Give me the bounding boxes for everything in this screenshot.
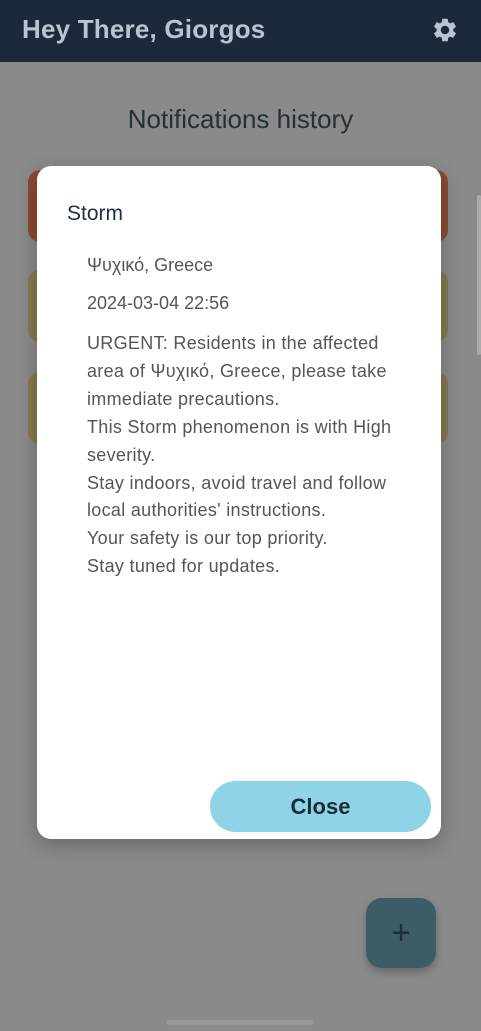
add-button[interactable]: +	[366, 898, 436, 968]
greeting-title: Hey There, Giorgos	[22, 14, 266, 44]
page-title: Notifications history	[127, 104, 354, 134]
gear-icon[interactable]	[431, 16, 459, 44]
close-button[interactable]: Close	[210, 781, 431, 832]
dialog-title: Storm	[67, 202, 124, 225]
scrollbar[interactable]	[477, 195, 481, 355]
notification-datetime: 2024-03-04 22:56	[87, 293, 230, 313]
notification-message: URGENT: Residents in the affected area o…	[87, 333, 392, 577]
app-bar: Hey There, Giorgos	[0, 0, 481, 62]
notification-location: Ψυχικό, Greece	[87, 255, 214, 275]
notification-dialog: Storm Ψυχικό, Greece 2024-03-04 22:56 UR…	[37, 166, 441, 839]
home-indicator[interactable]	[167, 1020, 313, 1025]
